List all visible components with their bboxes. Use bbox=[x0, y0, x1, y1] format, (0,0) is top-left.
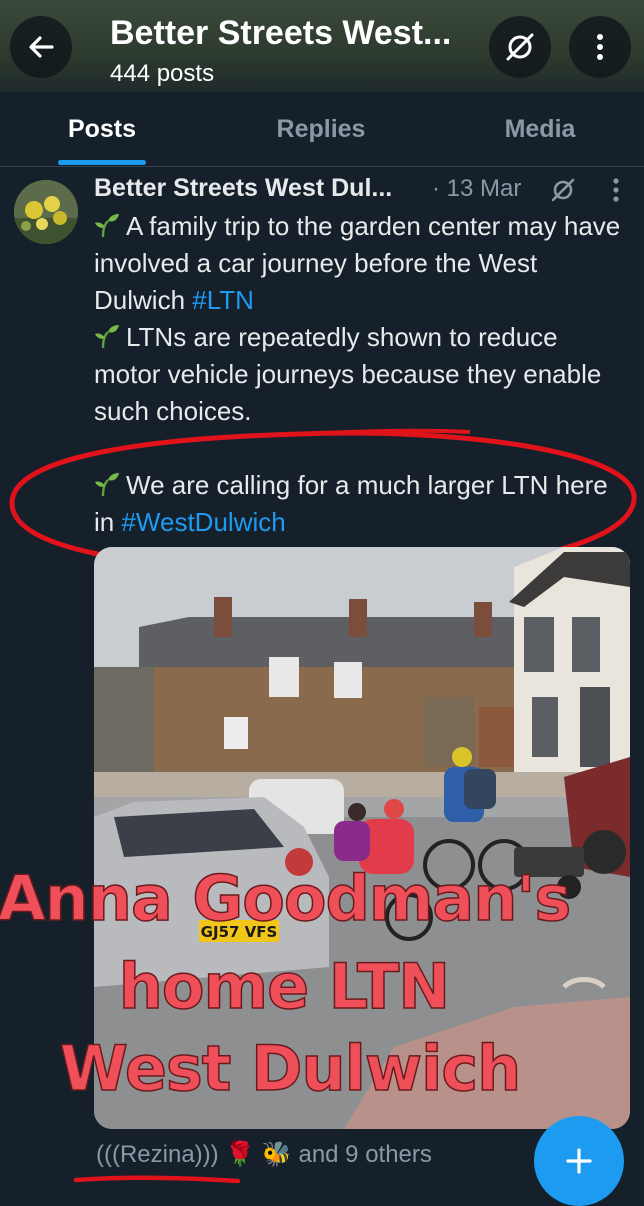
post-date[interactable]: · 13 Mar bbox=[432, 175, 521, 203]
post-header: Better Streets West Dul... · 13 Mar bbox=[94, 174, 634, 210]
avatar[interactable] bbox=[14, 180, 78, 244]
post-more-icon[interactable] bbox=[610, 176, 622, 204]
avatar-image bbox=[14, 180, 78, 244]
liked-by-line[interactable]: (((Rezina))) 🌹 🐝 and 9 others bbox=[96, 1140, 432, 1169]
post-paragraph: A family trip to the garden center may h… bbox=[94, 208, 624, 319]
rose-emoji-icon: 🌹 bbox=[225, 1141, 256, 1168]
seedling-emoji-icon bbox=[95, 214, 119, 238]
liker-name[interactable]: (((Rezina))) bbox=[96, 1141, 219, 1168]
arrow-left-icon bbox=[29, 36, 54, 58]
back-button[interactable] bbox=[10, 16, 72, 78]
red-underline-annotation bbox=[73, 1175, 241, 1184]
liked-by-others[interactable]: and 9 others bbox=[298, 1141, 431, 1168]
image-overlay-line-1: Anna Goodman's bbox=[0, 861, 572, 936]
hashtag-link[interactable]: #LTN bbox=[192, 285, 254, 315]
seedling-emoji-icon bbox=[95, 325, 119, 349]
more-options-button[interactable] bbox=[569, 16, 631, 78]
profile-header-bar: Better Streets West... 444 posts bbox=[0, 0, 644, 92]
compose-button[interactable] bbox=[534, 1116, 624, 1206]
post-text: A family trip to the garden center may h… bbox=[94, 208, 624, 541]
sync-off-icon[interactable] bbox=[549, 176, 577, 204]
paragraph-text: LTNs are repeatedly shown to reduce moto… bbox=[94, 322, 602, 426]
image-overlay-line-3: West Dulwich bbox=[59, 1031, 522, 1106]
plus-icon bbox=[566, 1148, 592, 1174]
post-paragraph: We are calling for a much larger LTN her… bbox=[94, 467, 624, 541]
tab-posts[interactable]: Posts bbox=[40, 92, 164, 166]
bee-emoji-icon: 🐝 bbox=[261, 1141, 292, 1168]
sync-off-button[interactable] bbox=[489, 16, 551, 78]
active-tab-indicator bbox=[58, 160, 146, 165]
more-vertical-icon bbox=[597, 34, 603, 60]
profile-tabs: Posts Replies Media bbox=[0, 92, 644, 167]
paragraph-text: A family trip to the garden center may h… bbox=[94, 211, 621, 315]
post-count: 444 posts bbox=[110, 60, 215, 87]
sync-off-icon bbox=[506, 33, 534, 61]
tab-replies[interactable]: Replies bbox=[250, 92, 392, 166]
profile-title: Better Streets West... bbox=[110, 14, 452, 52]
image-overlay-line-2: home LTN bbox=[118, 949, 451, 1024]
seedling-emoji-icon bbox=[95, 473, 119, 497]
hashtag-link[interactable]: #WestDulwich bbox=[121, 507, 285, 537]
tab-media[interactable]: Media bbox=[478, 92, 602, 166]
post-paragraph: LTNs are repeatedly shown to reduce moto… bbox=[94, 319, 624, 430]
post-author[interactable]: Better Streets West Dul... bbox=[94, 174, 432, 203]
